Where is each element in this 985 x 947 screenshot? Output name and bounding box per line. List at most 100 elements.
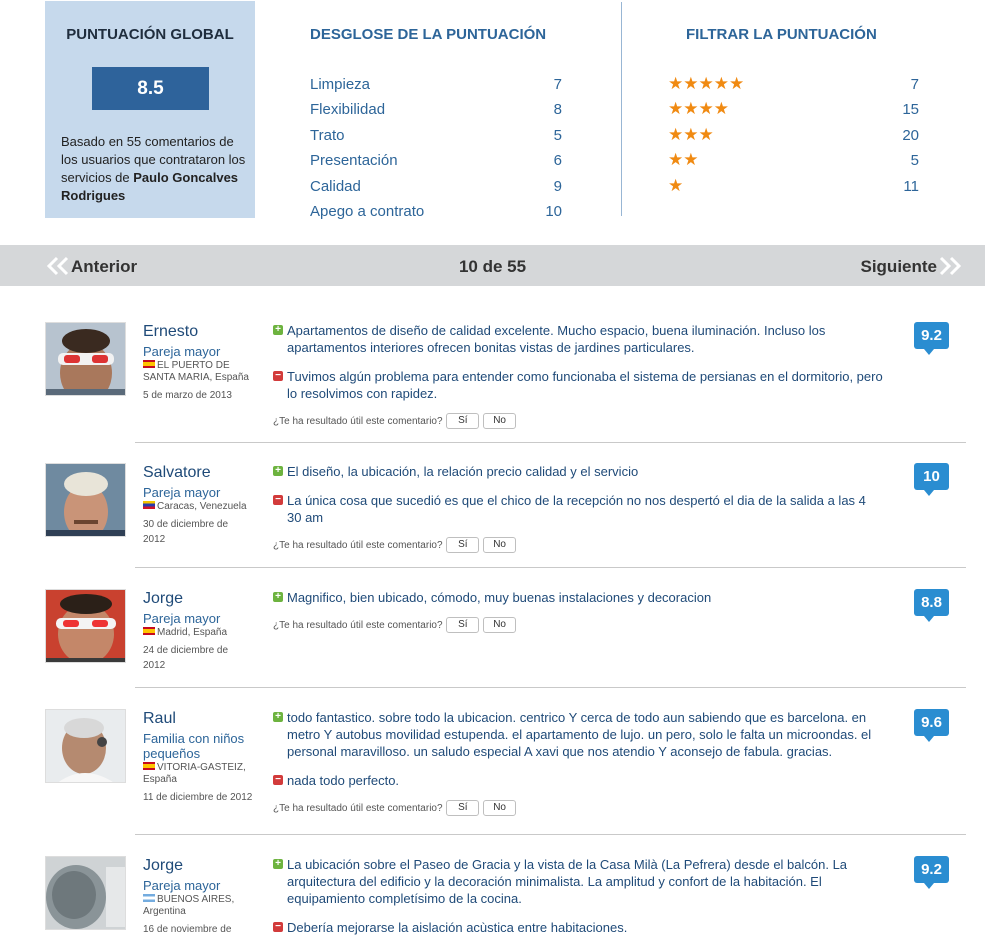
helpful-text: ¿Te ha resultado útil este comentario? bbox=[273, 540, 443, 551]
helpful-text: ¿Te ha resultado útil este comentario? bbox=[273, 416, 443, 427]
helpful-prompt: ¿Te ha resultado útil este comentario? S… bbox=[273, 800, 883, 817]
review-date: 5 de marzo de 2013 bbox=[143, 390, 232, 401]
review-score-badge: 10 bbox=[914, 463, 949, 496]
minus-icon: − bbox=[273, 371, 283, 381]
breakdown-value: 6 bbox=[553, 152, 562, 169]
review-score-badge: 8.8 bbox=[914, 589, 949, 622]
minus-icon: − bbox=[273, 922, 283, 932]
reviewer-name: Jorge bbox=[143, 590, 184, 607]
plus-icon: + bbox=[273, 325, 283, 335]
positive-comment: + La ubicación sobre el Paseo de Gracia y… bbox=[273, 856, 883, 907]
filter-row-4-stars[interactable]: ★★★★ 15 bbox=[668, 99, 919, 121]
negative-text: Tuvimos algún problema para entender com… bbox=[287, 369, 883, 401]
positive-text: El diseño, la ubicación, la relación pre… bbox=[287, 464, 639, 479]
global-score-title: PUNTUACIÓN GLOBAL bbox=[66, 26, 234, 43]
review-score-badge: 9.2 bbox=[914, 322, 949, 355]
avatar bbox=[45, 856, 126, 930]
breakdown-row: Calidad 9 bbox=[310, 178, 562, 198]
negative-comment: − Tuvimos algún problema para entender co… bbox=[273, 368, 883, 402]
review-date: 24 de diciembre de 2012 bbox=[143, 645, 229, 671]
avatar-photo bbox=[46, 323, 125, 395]
review-comments: + La ubicación sobre el Paseo de Gracia y… bbox=[273, 856, 883, 947]
filter-row-2-stars[interactable]: ★★ 5 bbox=[668, 150, 919, 172]
star-rating-icon: ★★★ bbox=[668, 125, 714, 144]
review-item: Ernesto Pareja mayor EL PUERTO DE SANTA … bbox=[45, 322, 966, 443]
star-rating-icon: ★★★★ bbox=[668, 99, 729, 118]
review-item: Raul Familia con niños pequeños VITORIA-… bbox=[45, 709, 966, 835]
reviewer-info: Jorge Pareja mayor BUENOS AIRES, Argenti… bbox=[143, 856, 253, 937]
helpful-no-button[interactable]: No bbox=[483, 413, 517, 430]
filter-count: 11 bbox=[903, 178, 919, 195]
positive-text: Apartamentos de diseño de calidad excele… bbox=[287, 323, 826, 355]
helpful-no-button[interactable]: No bbox=[483, 617, 517, 634]
review-comments: + Magnifico, bien ubicado, cómodo, muy bu… bbox=[273, 589, 883, 634]
argentina-flag-icon bbox=[143, 894, 155, 902]
location-text: VITORIA-GASTEIZ, España bbox=[143, 762, 246, 785]
avatar-photo bbox=[46, 710, 125, 782]
helpful-yes-button[interactable]: Sí bbox=[446, 800, 480, 817]
helpful-yes-button[interactable]: Sí bbox=[446, 413, 480, 430]
reviewer-info: Ernesto Pareja mayor EL PUERTO DE SANTA … bbox=[143, 322, 253, 403]
reviewer-info: Salvatore Pareja mayor Caracas, Venezuel… bbox=[143, 463, 253, 547]
review-item: Jorge Pareja mayor Madrid, España 24 de … bbox=[45, 589, 966, 688]
reviewer-type: Familia con niños pequeños bbox=[143, 731, 245, 761]
reviewer-info: Jorge Pareja mayor Madrid, España 24 de … bbox=[143, 589, 253, 673]
review-date: 30 de diciembre de 2012 bbox=[143, 519, 229, 545]
helpful-yes-button[interactable]: Sí bbox=[446, 537, 480, 554]
review-divider bbox=[135, 687, 966, 688]
plus-icon: + bbox=[273, 466, 283, 476]
positive-comment: + Apartamentos de diseño de calidad excel… bbox=[273, 322, 883, 356]
breakdown-label: Calidad bbox=[310, 178, 361, 195]
spain-flag-icon bbox=[143, 627, 155, 635]
filter-title: FILTRAR LA PUNTUACIÓN bbox=[686, 26, 877, 43]
reviewer-location: VITORIA-GASTEIZ, España bbox=[143, 762, 253, 786]
next-label: Siguiente bbox=[860, 257, 937, 276]
review-date: 11 de diciembre de 2012 bbox=[143, 792, 253, 803]
column-divider bbox=[621, 2, 622, 216]
reviewer-name: Raul bbox=[143, 710, 176, 727]
helpful-yes-button[interactable]: Sí bbox=[446, 617, 480, 634]
helpful-no-button[interactable]: No bbox=[483, 800, 517, 817]
avatar bbox=[45, 463, 126, 537]
breakdown-label: Presentación bbox=[310, 152, 398, 169]
breakdown-label: Apego a contrato bbox=[310, 203, 425, 220]
previous-button[interactable]: Anterior bbox=[45, 245, 137, 286]
breakdown-row: Limpieza 7 bbox=[310, 76, 562, 96]
breakdown-label: Flexibilidad bbox=[310, 101, 386, 118]
global-score-description: Basado en 55 comentarios de los usuarios… bbox=[61, 133, 251, 205]
reviewer-location: Madrid, España bbox=[143, 627, 253, 639]
helpful-no-button[interactable]: No bbox=[483, 537, 517, 554]
positive-text: todo fantastico. sobre todo la ubicacion… bbox=[287, 710, 872, 759]
negative-comment: − nada todo perfecto. bbox=[273, 772, 883, 789]
filter-row-3-stars[interactable]: ★★★ 20 bbox=[668, 125, 919, 147]
filter-count: 20 bbox=[902, 127, 919, 144]
review-divider bbox=[135, 567, 966, 568]
helpful-prompt: ¿Te ha resultado útil este comentario? S… bbox=[273, 617, 883, 634]
location-text: Caracas, Venezuela bbox=[157, 501, 247, 512]
filter-row-1-star[interactable]: ★ 11 bbox=[668, 176, 919, 198]
star-rating-icon: ★★★★★ bbox=[668, 74, 745, 93]
star-rating-icon: ★★ bbox=[668, 150, 699, 169]
negative-text: nada todo perfecto. bbox=[287, 773, 400, 788]
review-date: 16 de noviembre de bbox=[143, 924, 232, 935]
avatar bbox=[45, 709, 126, 783]
review-divider bbox=[135, 442, 966, 443]
filter-count: 5 bbox=[910, 152, 919, 169]
reviewer-location: EL PUERTO DE SANTA MARIA, España bbox=[143, 360, 253, 384]
next-button[interactable]: Siguiente bbox=[860, 245, 963, 286]
avatar bbox=[45, 589, 126, 663]
review-score-badge: 9.2 bbox=[914, 856, 949, 889]
reviewer-name: Ernesto bbox=[143, 323, 199, 340]
plus-icon: + bbox=[273, 592, 283, 602]
filter-row-5-stars[interactable]: ★★★★★ 7 bbox=[668, 74, 919, 96]
avatar-photo bbox=[46, 464, 125, 536]
breakdown-row: Apego a contrato 10 bbox=[310, 203, 562, 223]
breakdown-value: 5 bbox=[553, 127, 562, 144]
global-score-value: 8.5 bbox=[92, 67, 209, 110]
page-counter-label: 10 de 55 bbox=[458, 257, 527, 276]
breakdown-value: 8 bbox=[553, 101, 562, 118]
double-chevron-right-icon bbox=[939, 256, 962, 275]
spain-flag-icon bbox=[143, 762, 155, 770]
location-text: EL PUERTO DE SANTA MARIA, España bbox=[143, 360, 249, 383]
breakdown-title: DESGLOSE DE LA PUNTUACIÓN bbox=[310, 26, 547, 43]
